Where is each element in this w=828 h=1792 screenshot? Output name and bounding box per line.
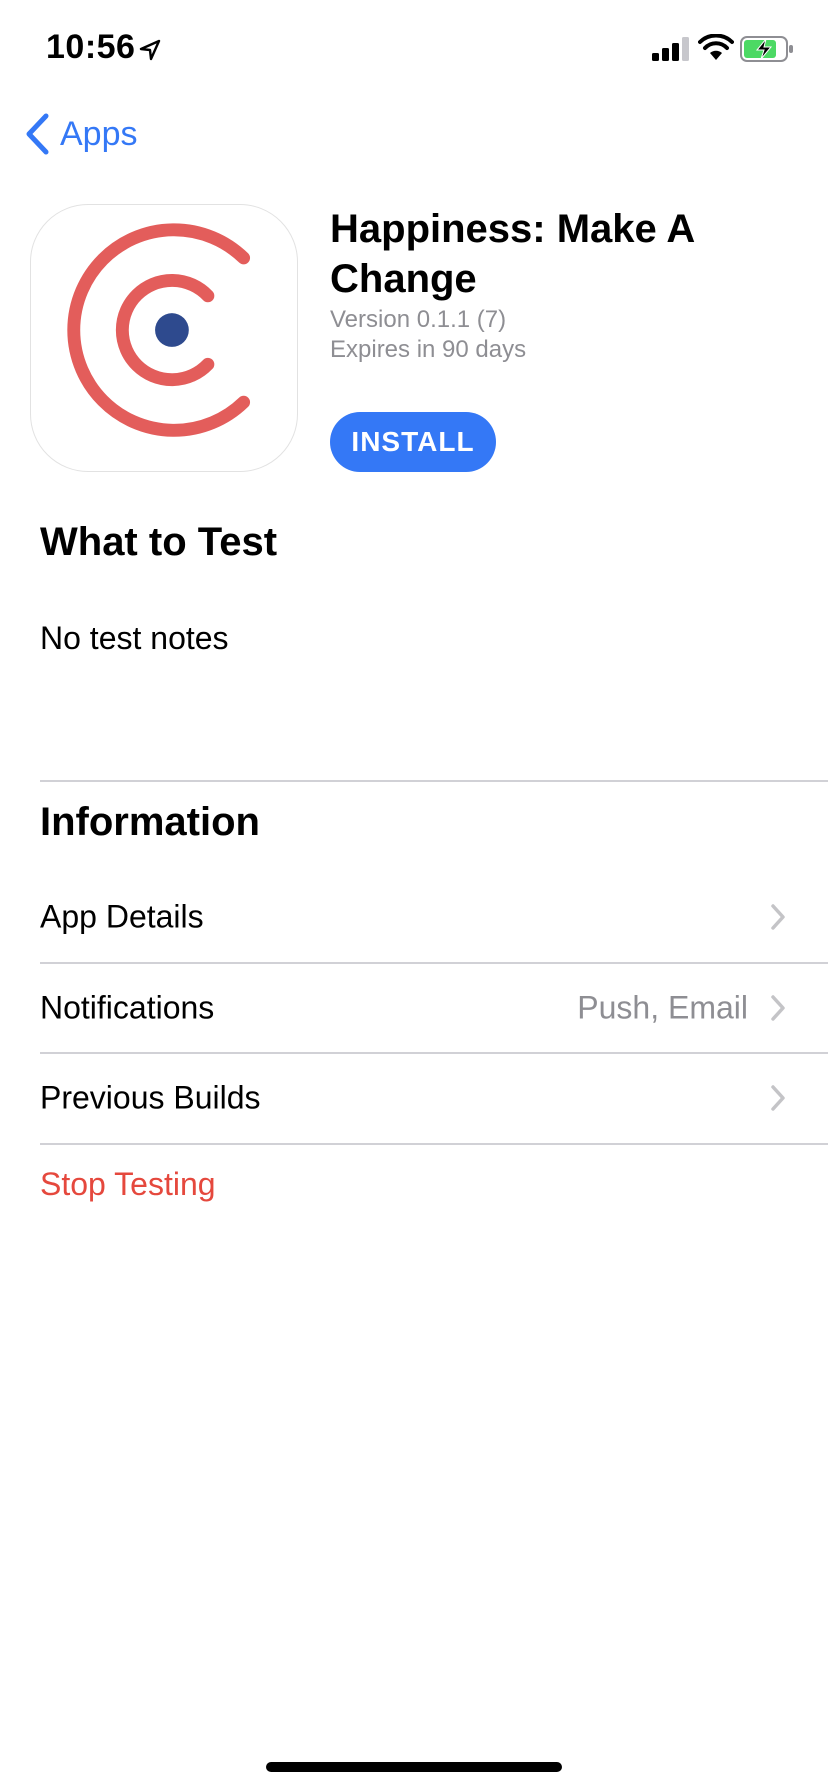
notifications-row[interactable]: Notifications Push, Email — [40, 963, 828, 1053]
status-bar: 10:56 — [0, 0, 828, 100]
app-title: Happiness: Make A Change — [330, 207, 694, 301]
chevron-right-icon — [771, 995, 785, 1021]
row-divider — [40, 1143, 828, 1145]
happiness-app-icon — [30, 204, 298, 472]
notifications-value: Push, Email — [577, 989, 748, 1026]
home-indicator[interactable] — [266, 1762, 562, 1772]
app-logo-icon — [67, 223, 251, 437]
status-time: 10:56 — [46, 28, 136, 66]
chevron-left-icon — [26, 113, 49, 155]
app-details-row[interactable]: App Details — [40, 872, 828, 962]
row-label: App Details — [40, 898, 204, 935]
location-arrow-icon — [139, 39, 161, 61]
section-divider — [40, 780, 828, 782]
information-heading: Information — [40, 800, 260, 844]
wifi-icon — [698, 34, 734, 60]
cellular-signal-icon — [652, 37, 689, 61]
stop-testing-button[interactable]: Stop Testing — [40, 1166, 216, 1203]
row-label: Previous Builds — [40, 1079, 261, 1116]
previous-builds-row[interactable]: Previous Builds — [40, 1053, 828, 1143]
battery-charging-icon — [740, 36, 793, 62]
app-version: Version 0.1.1 (7) — [330, 306, 507, 333]
install-button[interactable]: INSTALL — [330, 412, 496, 472]
back-button[interactable]: Apps — [24, 106, 138, 162]
row-label: Notifications — [40, 989, 215, 1026]
what-to-test-heading: What to Test — [40, 520, 278, 564]
chevron-right-icon — [771, 904, 785, 930]
chevron-right-icon — [771, 1085, 785, 1111]
app-expiry: Expires in 90 days — [330, 336, 527, 363]
test-notes: No test notes — [40, 620, 229, 656]
back-label: Apps — [60, 114, 138, 153]
